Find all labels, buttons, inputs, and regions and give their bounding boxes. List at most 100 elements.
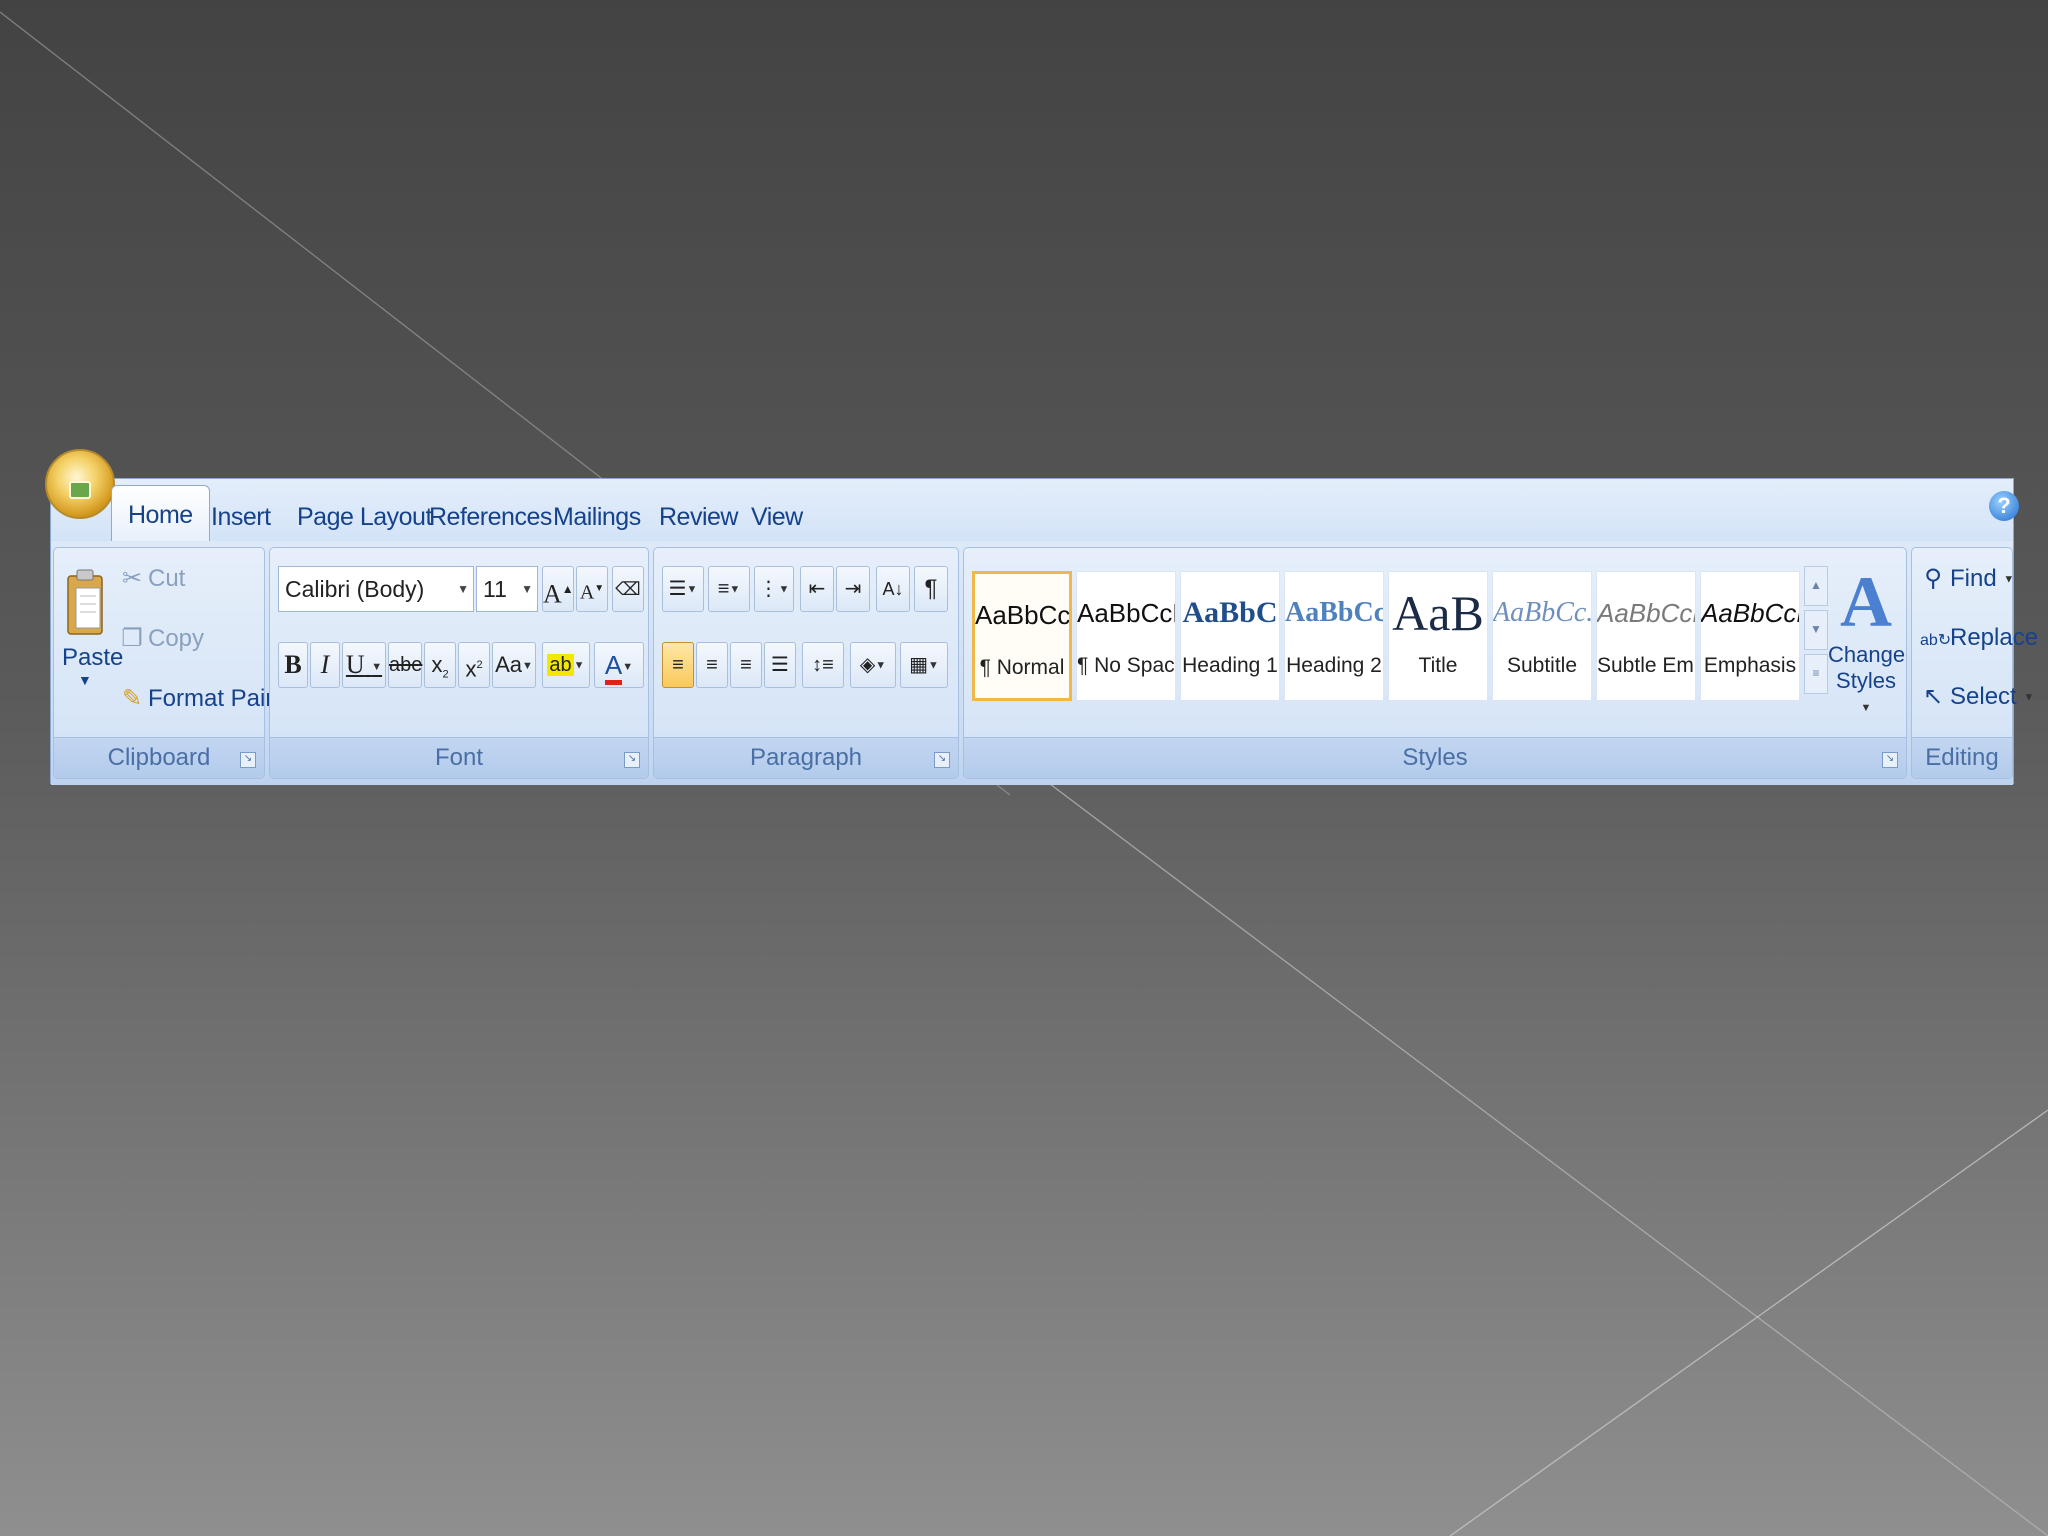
style-subtle-emphasis[interactable]: AaBbCcDc Subtle Em... (1596, 571, 1696, 701)
style-sample: AaBbCc (1285, 597, 1383, 628)
style-sample: AaBbCcDc (1077, 598, 1175, 628)
style-name: ¶ No Spaci... (1077, 654, 1175, 677)
subscript-label: x (431, 652, 443, 677)
borders-button[interactable]: ▦▼ (900, 642, 948, 688)
chevron-down-icon: ▼ (522, 660, 533, 673)
style-name: ¶ Normal (979, 656, 1065, 679)
style-heading-2[interactable]: AaBbCc Heading 2 (1284, 571, 1384, 701)
paint-bucket-icon: ◈ (859, 654, 876, 676)
bullets-button[interactable]: ☰▼ (662, 566, 704, 612)
style-heading-1[interactable]: AaBbC Heading 1 (1180, 571, 1280, 701)
change-styles-icon: A (1840, 562, 1892, 642)
cut-label: Cut (148, 565, 186, 592)
tab-page-layout[interactable]: Page Layout (297, 495, 432, 539)
align-right-button[interactable]: ≡ (730, 642, 762, 688)
multilevel-list-icon: ⋮ (758, 578, 779, 600)
editing-group: ⚲ Find ▼ ab↻Replace ↖ Select ▼ Editing (1911, 547, 2038, 779)
tab-view[interactable]: View (751, 495, 803, 539)
find-button[interactable]: ⚲ Find ▼ (1920, 564, 2014, 593)
gallery-more-icon[interactable]: ≡ (1804, 654, 1828, 694)
styles-group: AaBbCcDc ¶ Normal AaBbCcDc ¶ No Spaci...… (963, 547, 1907, 779)
chevron-down-icon: ▼ (573, 659, 585, 672)
paintbrush-icon: ✎ (121, 685, 143, 712)
clear-formatting-button[interactable]: ⌫ (612, 566, 644, 612)
grow-font-button[interactable]: A▲ (542, 566, 574, 612)
styles-dialog-launcher-icon[interactable]: ↘ (1882, 752, 1898, 768)
line-spacing-button[interactable]: ↕≡ (802, 642, 844, 688)
style-name: Title (1418, 654, 1458, 677)
chevron-down-icon: ▼ (521, 582, 533, 596)
select-button[interactable]: ↖ Select ▼ (1920, 682, 2034, 711)
font-dialog-launcher-icon[interactable]: ↘ (624, 752, 640, 768)
style-sample: AaBbCcDc (1597, 598, 1695, 628)
styles-group-label: Styles (964, 737, 1906, 778)
outdent-icon: ⇤ (808, 578, 826, 600)
help-icon[interactable]: ? (1989, 491, 2019, 521)
tab-mailings[interactable]: Mailings (553, 495, 641, 539)
show-formatting-marks-button[interactable]: ¶ (914, 566, 948, 612)
bold-button[interactable]: B (278, 642, 308, 688)
paste-button-label[interactable]: Paste (62, 644, 123, 672)
shrink-font-button[interactable]: A▼ (576, 566, 608, 612)
style-name: Subtle Em... (1597, 654, 1695, 677)
align-left-icon: ≡ (672, 654, 684, 676)
paragraph-group-label: Paragraph (654, 737, 958, 778)
find-label: Find (1950, 565, 1997, 592)
tab-references[interactable]: References (429, 495, 552, 539)
sort-button[interactable]: A↓ (876, 566, 910, 612)
superscript-label: x (465, 656, 477, 682)
style-sample: AaBbC (1182, 596, 1278, 629)
strikethrough-button[interactable]: abe (388, 642, 422, 688)
justify-button[interactable]: ☰ (764, 642, 796, 688)
align-left-button[interactable]: ≡ (662, 642, 694, 688)
font-group: Calibri (Body) ▼ 11 ▼ A▲ A▼ ⌫ B I U ▼ ab… (269, 547, 649, 779)
font-size-combo[interactable]: 11 ▼ (476, 566, 538, 612)
highlight-button[interactable]: ab ▼ (542, 642, 590, 688)
font-size-value: 11 (483, 576, 507, 602)
replace-button[interactable]: ab↻Replace (1920, 624, 2038, 652)
style-emphasis[interactable]: AaBbCcDc Emphasis (1700, 571, 1800, 701)
align-right-icon: ≡ (740, 654, 752, 676)
office-button[interactable] (45, 449, 115, 519)
clipboard-dialog-launcher-icon[interactable]: ↘ (240, 752, 256, 768)
subscript-button[interactable]: x2 (424, 642, 456, 688)
highlighter-icon: ab (547, 654, 574, 676)
tab-insert[interactable]: Insert (211, 495, 271, 539)
style-title[interactable]: AaB Title (1388, 571, 1488, 701)
gallery-scroll-up-icon[interactable]: ▲ (1804, 566, 1828, 606)
numbering-button[interactable]: ≡▼ (708, 566, 750, 612)
style-no-spacing[interactable]: AaBbCcDc ¶ No Spaci... (1076, 571, 1176, 701)
style-subtitle[interactable]: AaBbCc. Subtitle (1492, 571, 1592, 701)
underline-button[interactable]: U ▼ (342, 642, 386, 688)
paste-dropdown-icon[interactable]: ▼ (78, 672, 92, 688)
change-styles-button[interactable]: A Change Styles ▼ (1828, 562, 1905, 732)
italic-button[interactable]: I (310, 642, 340, 688)
cut-button[interactable]: ✂ Cut (120, 564, 185, 593)
gallery-scroll-down-icon[interactable]: ▼ (1804, 610, 1828, 650)
font-color-icon: A (604, 650, 623, 685)
word-ribbon: Home Insert Page Layout References Maili… (45, 449, 2038, 785)
change-case-button[interactable]: Aa▼ (492, 642, 536, 688)
font-name-combo[interactable]: Calibri (Body) ▼ (278, 566, 474, 612)
change-styles-label-2: Styles ▼ (1836, 668, 1896, 715)
style-name: Subtitle (1506, 654, 1578, 677)
numbered-list-icon: ≡ (717, 578, 730, 600)
align-center-button[interactable]: ≡ (696, 642, 728, 688)
style-normal[interactable]: AaBbCcDc ¶ Normal (972, 571, 1072, 701)
increase-indent-button[interactable]: ⇥ (836, 566, 870, 612)
binoculars-icon: ⚲ (1924, 565, 1942, 592)
border-icon: ▦ (909, 654, 928, 676)
font-color-button[interactable]: A▼ (594, 642, 644, 688)
font-group-label: Font (270, 737, 648, 778)
scissors-icon: ✂ (121, 565, 143, 592)
paragraph-dialog-launcher-icon[interactable]: ↘ (934, 752, 950, 768)
copy-button[interactable]: ❐ Copy (120, 624, 204, 653)
multilevel-list-button[interactable]: ⋮▼ (754, 566, 794, 612)
tab-review[interactable]: Review (659, 495, 738, 539)
tab-home[interactable]: Home (111, 485, 210, 541)
style-sample: AaBbCcDc (975, 600, 1069, 630)
decrease-indent-button[interactable]: ⇤ (800, 566, 834, 612)
superscript-button[interactable]: x2 (458, 642, 490, 688)
shading-button[interactable]: ◈▼ (850, 642, 896, 688)
copy-icon: ❐ (121, 625, 143, 652)
